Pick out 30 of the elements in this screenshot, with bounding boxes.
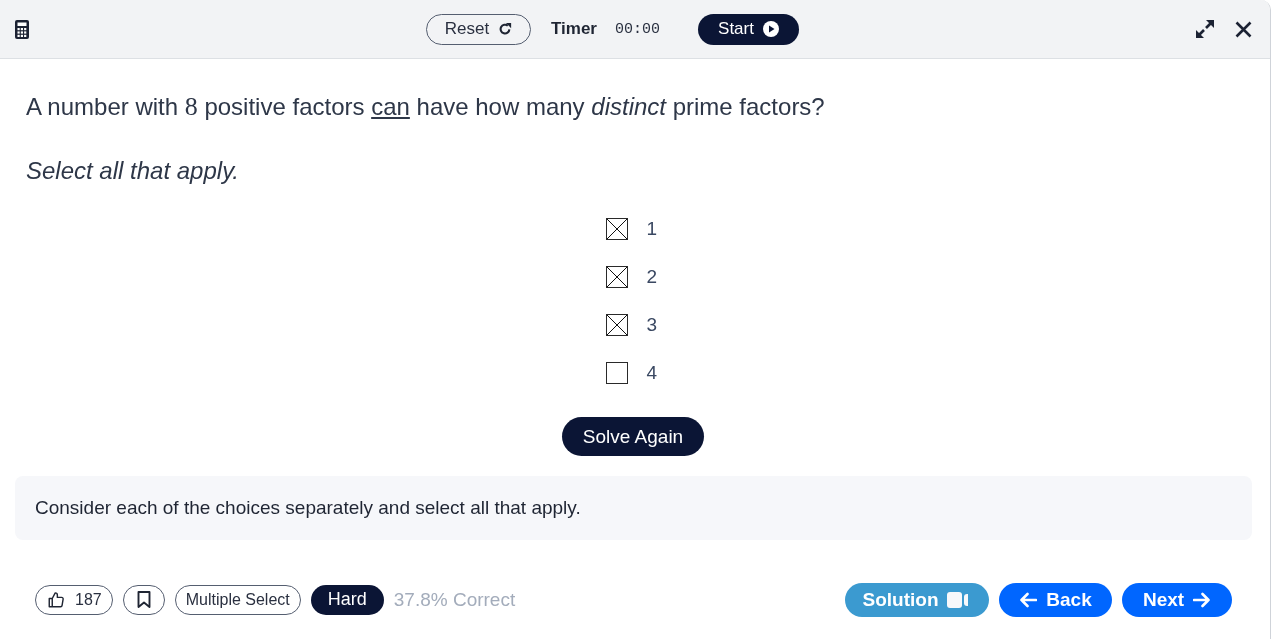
refresh-icon <box>498 22 513 36</box>
calculator-icon[interactable] <box>15 19 29 39</box>
checkbox[interactable] <box>605 362 628 384</box>
thumbs-up-icon <box>47 590 65 609</box>
next-button[interactable]: Next <box>1122 582 1232 617</box>
instruction-text: Select all that apply. <box>26 156 240 186</box>
bookmark-icon <box>136 591 151 608</box>
timer-value: 00:00 <box>615 20 660 38</box>
choice-label[interactable]: 3 <box>646 314 663 336</box>
question-text: A number with 8 positive factors can have how many distinct prime factors? <box>26 92 826 122</box>
difficulty-badge: Hard <box>310 584 384 615</box>
percent-correct: 37.8% Correct <box>393 588 516 611</box>
checkbox[interactable] <box>605 218 628 240</box>
hint-text: Consider each of the choices separately and select all that apply. <box>15 476 1252 540</box>
start-button[interactable]: Start <box>698 13 799 45</box>
timer-label: Timer <box>551 19 597 39</box>
solve-again-button[interactable]: Solve Again <box>562 417 704 456</box>
arrow-left-icon <box>1019 591 1038 608</box>
choice-label[interactable]: 2 <box>646 266 663 288</box>
close-icon[interactable] <box>1235 20 1252 38</box>
checkbox[interactable] <box>605 266 628 288</box>
play-icon <box>762 21 779 37</box>
choice-label[interactable]: 4 <box>646 362 663 384</box>
like-button[interactable]: 187 <box>35 584 113 615</box>
arrow-right-icon <box>1193 591 1212 608</box>
checkbox[interactable] <box>605 314 628 336</box>
choice-label[interactable]: 1 <box>646 218 663 240</box>
bookmark-button[interactable] <box>122 584 165 615</box>
expand-icon[interactable] <box>1195 19 1215 39</box>
back-button[interactable]: Back <box>999 582 1112 617</box>
